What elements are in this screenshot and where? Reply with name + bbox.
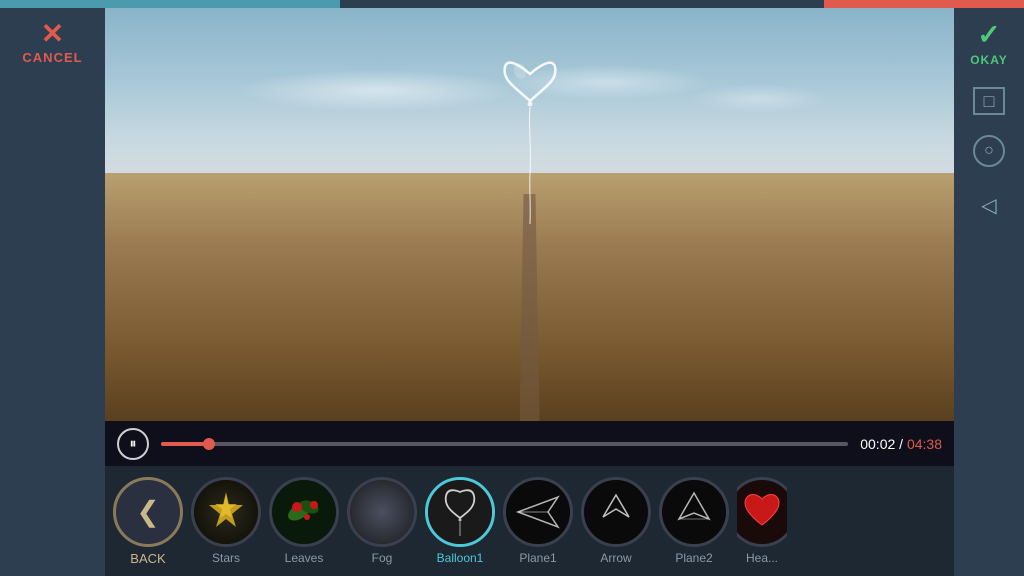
balloon-thumbnail bbox=[428, 480, 492, 544]
fog-thumbnail bbox=[350, 480, 414, 544]
balloon1-icon bbox=[438, 484, 482, 540]
plane1-icon bbox=[513, 487, 563, 537]
effect-label-plane2: Plane2 bbox=[675, 551, 712, 565]
circle-icon: ○ bbox=[984, 143, 994, 159]
progress-bar[interactable] bbox=[161, 442, 848, 446]
effect-circle-stars bbox=[191, 477, 261, 547]
cancel-x-icon: ✕ bbox=[41, 20, 64, 48]
back-triangle-button[interactable]: ◁ bbox=[971, 187, 1007, 223]
top-gap bbox=[340, 0, 824, 8]
current-time: 00:02 bbox=[860, 436, 895, 452]
play-pause-icon: ⏸ bbox=[130, 435, 137, 452]
time-display: 00:02 / 04:38 bbox=[860, 436, 942, 452]
back-label: BACK bbox=[130, 551, 165, 566]
okay-label: OKAY bbox=[970, 53, 1008, 67]
top-accent-right bbox=[824, 0, 1024, 8]
effect-item-arrow[interactable]: Arrow bbox=[581, 477, 651, 565]
rectangle-icon: □ bbox=[984, 91, 995, 112]
effect-circle-plane1 bbox=[503, 477, 573, 547]
cancel-label: CANCEL bbox=[22, 50, 82, 65]
effect-circle-balloon1 bbox=[425, 477, 495, 547]
effect-label-heart: Hea... bbox=[746, 551, 778, 565]
back-circle: ❮ bbox=[113, 477, 183, 547]
effect-circle-heart bbox=[737, 477, 787, 547]
stars-icon bbox=[201, 487, 251, 537]
leaves-thumbnail bbox=[272, 480, 336, 544]
effect-item-stars[interactable]: Stars bbox=[191, 477, 261, 565]
right-panel: ✓ OKAY □ ○ ◁ bbox=[954, 8, 1024, 576]
heart-thumbnail bbox=[737, 480, 787, 544]
play-pause-button[interactable]: ⏸ bbox=[117, 428, 149, 460]
back-icon: ❮ bbox=[136, 495, 159, 528]
time-separator: / bbox=[899, 436, 907, 452]
left-panel: ✕ CANCEL bbox=[0, 8, 105, 576]
video-area[interactable] bbox=[105, 8, 954, 421]
effect-item-balloon1[interactable]: Balloon1 bbox=[425, 477, 495, 565]
progress-fill bbox=[161, 442, 209, 446]
stars-thumbnail bbox=[194, 480, 258, 544]
effect-item-plane1[interactable]: Plane1 bbox=[503, 477, 573, 565]
effect-circle-plane2 bbox=[659, 477, 729, 547]
plane1-thumbnail bbox=[506, 480, 570, 544]
effect-label-arrow: Arrow bbox=[600, 551, 631, 565]
effect-label-stars: Stars bbox=[212, 551, 240, 565]
balloon-overlay bbox=[470, 29, 590, 229]
plane2-icon bbox=[669, 487, 719, 537]
effect-item-fog[interactable]: Fog bbox=[347, 477, 417, 565]
plane2-thumbnail bbox=[662, 480, 726, 544]
arrow-icon bbox=[591, 487, 641, 537]
top-accent-left bbox=[0, 0, 340, 8]
leaves-icon bbox=[279, 487, 329, 537]
progress-dot[interactable] bbox=[203, 438, 215, 450]
okay-check-icon: ✓ bbox=[977, 18, 1000, 51]
effect-circle-arrow bbox=[581, 477, 651, 547]
total-time: 04:38 bbox=[907, 436, 942, 452]
effect-item-heart[interactable]: Hea... bbox=[737, 477, 787, 565]
effect-item-leaves[interactable]: Leaves bbox=[269, 477, 339, 565]
triangle-icon: ◁ bbox=[981, 193, 996, 218]
cancel-button[interactable]: ✕ CANCEL bbox=[22, 20, 82, 65]
effect-label-plane1: Plane1 bbox=[519, 551, 556, 565]
effect-label-fog: Fog bbox=[372, 551, 393, 565]
effect-label-balloon1: Balloon1 bbox=[437, 551, 484, 565]
bottom-toolbar: ❮ BACK Stars bbox=[105, 466, 954, 576]
rectangle-button[interactable]: □ bbox=[973, 87, 1005, 115]
balloon-svg bbox=[470, 29, 590, 229]
effect-item-plane2[interactable]: Plane2 bbox=[659, 477, 729, 565]
center-content: ⏸ 00:02 / 04:38 ❮ BACK bbox=[105, 8, 954, 576]
arrow-thumbnail bbox=[584, 480, 648, 544]
back-button[interactable]: ❮ BACK bbox=[113, 477, 183, 566]
effect-label-leaves: Leaves bbox=[285, 551, 324, 565]
video-controls: ⏸ 00:02 / 04:38 bbox=[105, 421, 954, 466]
heart-icon bbox=[737, 487, 787, 537]
circle-button[interactable]: ○ bbox=[973, 135, 1005, 167]
okay-button[interactable]: ✓ OKAY bbox=[970, 18, 1008, 67]
effect-circle-fog bbox=[347, 477, 417, 547]
effect-circle-leaves bbox=[269, 477, 339, 547]
